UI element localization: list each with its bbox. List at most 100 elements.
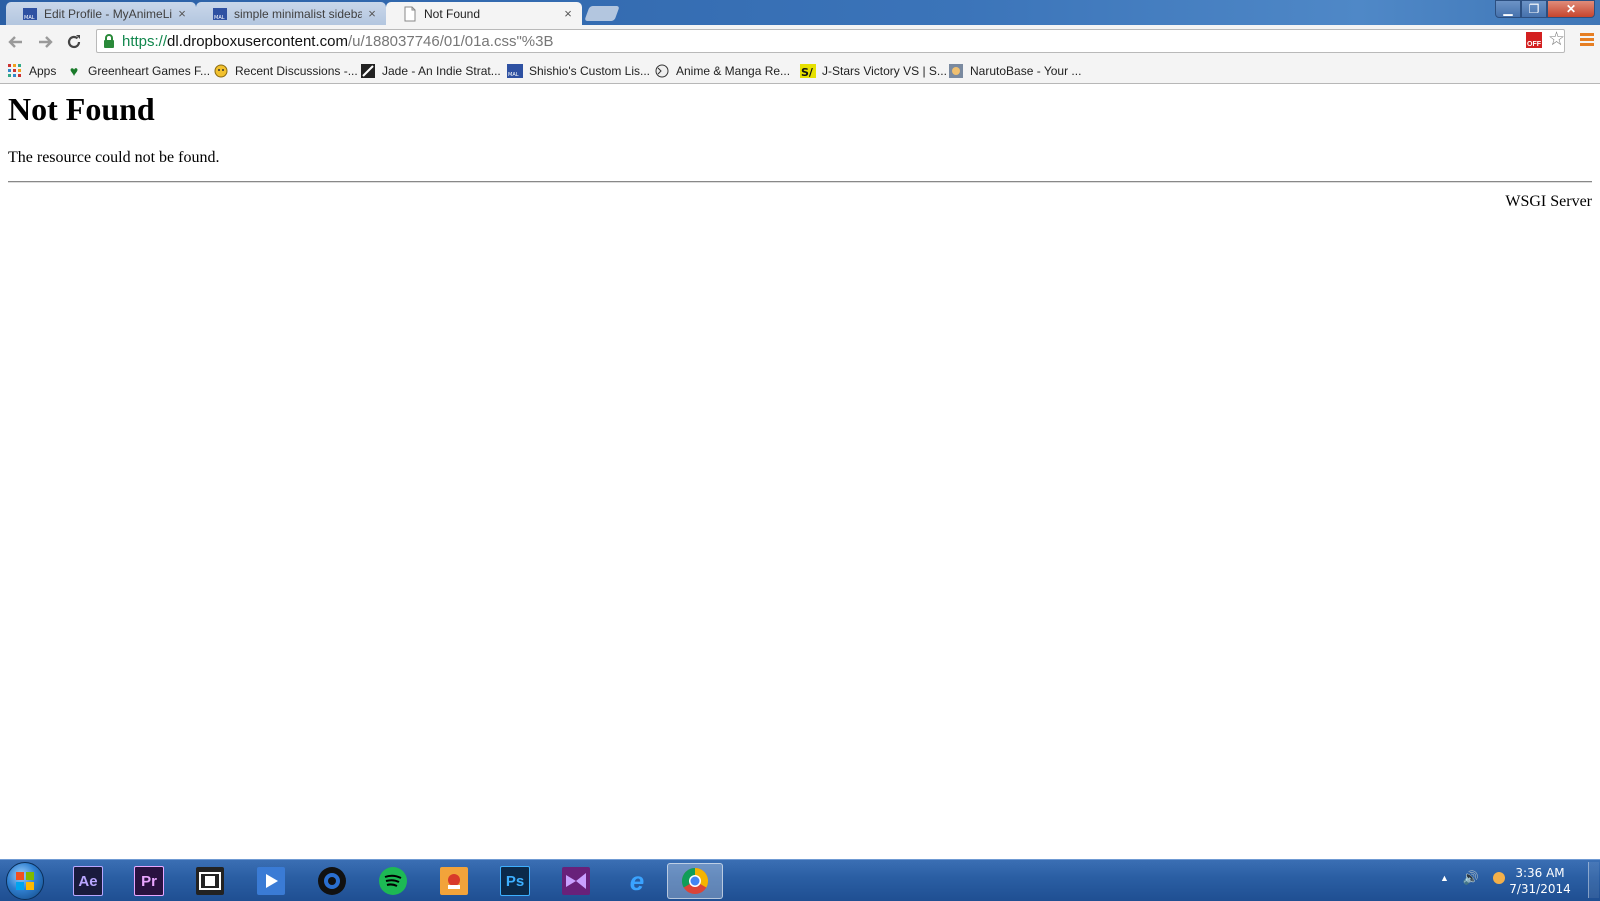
- bookmark-jstars[interactable]: S/ J-Stars Victory VS | S...: [800, 62, 947, 80]
- tab-label: Edit Profile - MyAnimeList: [44, 6, 172, 21]
- taskbar-photoshop-button[interactable]: Ps: [487, 863, 543, 899]
- tab-label: simple minimalist sidebar: [234, 6, 362, 21]
- mal-icon: MAL: [23, 7, 37, 21]
- extension-label: OFF: [1527, 41, 1541, 48]
- heart-icon: ♥: [69, 63, 79, 79]
- taskbar-internet-explorer-button[interactable]: e: [609, 863, 665, 899]
- bookmark-label: Shishio's Custom Lis...: [529, 64, 651, 78]
- bookmarks-bar: Apps ♥ Greenheart Games F... Recent Disc…: [0, 58, 1600, 84]
- tab-label: Not Found: [424, 6, 481, 21]
- server-signature: WSGI Server: [1505, 193, 1592, 210]
- arrow-right-icon: [39, 36, 53, 48]
- anime-icon: [654, 63, 670, 79]
- bookmark-label: Greenheart Games F...: [88, 64, 211, 78]
- bookmark-narutobase[interactable]: NarutoBase - Your ...: [948, 62, 1081, 80]
- svg-text:MAL: MAL: [24, 15, 35, 21]
- windows-logo-icon: [16, 872, 34, 890]
- lock-icon: [104, 34, 114, 48]
- bookmark-recent-discussions[interactable]: Recent Discussions -...: [213, 62, 358, 80]
- forum-icon: [213, 63, 229, 79]
- after-effects-icon: Ae: [73, 866, 103, 896]
- close-window-button[interactable]: ✕: [1547, 0, 1595, 18]
- bookmark-jade[interactable]: Jade - An Indie Strat...: [360, 62, 501, 80]
- menu-icon[interactable]: [1580, 33, 1594, 48]
- volume-icon[interactable]: 🔊: [1463, 870, 1479, 886]
- bookmark-label: Apps: [29, 64, 57, 78]
- movie-maker-icon: [196, 867, 224, 895]
- mal-icon: MAL: [507, 63, 523, 79]
- tab-not-found[interactable]: Not Found ×: [386, 2, 582, 25]
- bookmark-label: Recent Discussions -...: [235, 64, 358, 78]
- taskbar-premiere-button[interactable]: Pr: [121, 863, 177, 899]
- bookmark-anime-manga[interactable]: Anime & Manga Re...: [654, 62, 790, 80]
- clock-date: 7/31/2014: [1509, 882, 1571, 896]
- url-scheme: https://: [122, 32, 168, 50]
- mal-icon: MAL: [213, 7, 227, 21]
- taskbar-after-effects-button[interactable]: Ae: [60, 863, 116, 899]
- bookmark-label: J-Stars Victory VS | S...: [822, 64, 947, 78]
- reload-button[interactable]: [62, 30, 86, 54]
- camera-app-icon: [318, 867, 346, 895]
- reload-icon: [67, 35, 81, 49]
- tab-simple-minimalist[interactable]: MAL simple minimalist sidebar ×: [196, 2, 386, 25]
- taskbar-visual-studio-button[interactable]: [548, 863, 604, 899]
- arrow-left-icon: [8, 36, 22, 48]
- close-icon[interactable]: ×: [366, 6, 378, 21]
- start-button[interactable]: [6, 862, 44, 900]
- url-host: dl.dropboxusercontent.com: [167, 32, 348, 50]
- spotify-icon: [379, 867, 407, 895]
- game-app-icon: [440, 867, 468, 895]
- page-title: Not Found: [8, 91, 155, 127]
- clock-time: 3:36 AM: [1515, 866, 1565, 880]
- adblock-off-icon[interactable]: OFF: [1526, 32, 1542, 48]
- jade-icon: [360, 63, 376, 79]
- page-icon: [404, 6, 416, 21]
- bookmark-shishio[interactable]: MAL Shishio's Custom Lis...: [507, 62, 650, 80]
- new-tab-button[interactable]: [584, 6, 620, 21]
- svg-text:MAL: MAL: [508, 72, 519, 78]
- show-hidden-icons-icon[interactable]: ▲: [1440, 873, 1449, 883]
- bookmark-greenheart[interactable]: ♥ Greenheart Games F...: [66, 62, 210, 80]
- minimize-button[interactable]: ▁: [1495, 0, 1521, 18]
- forward-button[interactable]: [33, 30, 57, 54]
- bookmark-label: Jade - An Indie Strat...: [382, 64, 501, 78]
- chrome-icon: [681, 867, 709, 895]
- bookmark-apps[interactable]: Apps: [7, 62, 56, 80]
- taskbar-spotify-button[interactable]: [365, 863, 421, 899]
- visual-studio-icon: [562, 867, 590, 895]
- media-player-icon: [257, 867, 285, 895]
- close-icon[interactable]: ×: [176, 6, 188, 21]
- browser-toolbar: https://dl.dropboxusercontent.com/u/1880…: [0, 25, 1600, 58]
- title-bar: MAL Edit Profile - MyAnimeList × MAL sim…: [0, 0, 1600, 25]
- taskbar-game-app-button[interactable]: [426, 863, 482, 899]
- internet-explorer-icon: e: [629, 865, 645, 896]
- taskbar-movie-maker-button[interactable]: [182, 863, 238, 899]
- show-desktop-button[interactable]: [1588, 862, 1599, 898]
- back-button[interactable]: [4, 30, 28, 54]
- tab-edit-profile[interactable]: MAL Edit Profile - MyAnimeList ×: [6, 2, 196, 25]
- divider: [8, 181, 1592, 183]
- taskbar-media-player-button[interactable]: [243, 863, 299, 899]
- taskbar: Ae Pr Ps e ▲ 🔊 3:36 AM 7/31/2014: [0, 859, 1600, 901]
- network-icon[interactable]: [1493, 872, 1506, 884]
- premiere-icon: Pr: [134, 866, 164, 896]
- svg-text:S/: S/: [801, 66, 814, 78]
- taskbar-camera-app-button[interactable]: [304, 863, 360, 899]
- close-icon[interactable]: ×: [562, 6, 574, 21]
- url-path: /u/188037746/01/01a.css"%3B: [347, 32, 554, 50]
- photoshop-icon: Ps: [500, 866, 530, 896]
- bookmark-label: NarutoBase - Your ...: [970, 64, 1082, 78]
- bookmark-star-icon[interactable]: ☆: [1548, 30, 1565, 50]
- address-bar[interactable]: https://dl.dropboxusercontent.com/u/1880…: [96, 29, 1565, 53]
- jstars-icon: S/: [800, 63, 816, 79]
- apps-grid-icon: [7, 63, 23, 79]
- naruto-icon: [948, 63, 964, 79]
- bookmark-label: Anime & Manga Re...: [676, 64, 791, 78]
- maximize-button[interactable]: ❐: [1521, 0, 1547, 18]
- svg-text:MAL: MAL: [214, 15, 225, 21]
- page-content: Not Found The resource could not be foun…: [0, 85, 1600, 859]
- taskbar-chrome-button[interactable]: [667, 863, 723, 899]
- system-tray: ▲ 🔊: [1440, 870, 1506, 886]
- system-clock[interactable]: 3:36 AM 7/31/2014: [1505, 865, 1575, 897]
- error-message: The resource could not be found.: [8, 149, 220, 166]
